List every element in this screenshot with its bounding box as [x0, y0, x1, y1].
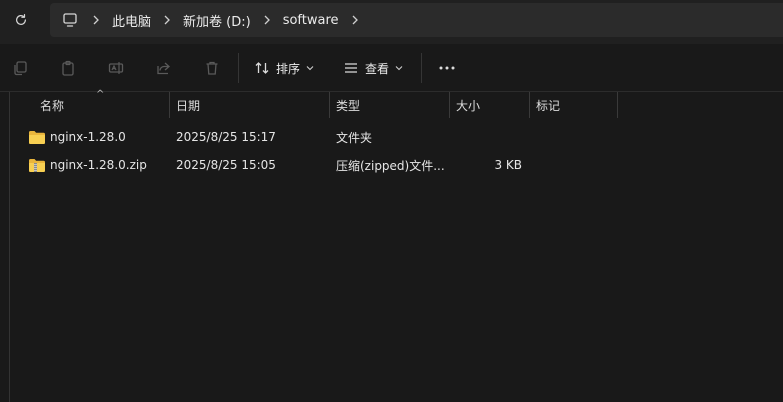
- share-button[interactable]: [152, 56, 176, 80]
- breadcrumb-this-pc[interactable]: 此电脑: [112, 11, 151, 30]
- more-icon: [439, 66, 455, 70]
- rename-icon: [108, 62, 124, 74]
- chevron-right-icon[interactable]: [345, 15, 365, 25]
- file-size: 3 KB: [494, 158, 522, 172]
- chevron-right-icon[interactable]: [257, 15, 277, 25]
- view-list-icon: [345, 63, 357, 73]
- file-name: nginx-1.28.0.zip: [50, 158, 147, 172]
- column-header-type[interactable]: 类型: [330, 92, 450, 118]
- chevron-down-icon: [306, 66, 314, 71]
- address-region: 此电脑 新加卷 (D:) software: [0, 0, 783, 44]
- file-date: 2025/8/25 15:05: [176, 158, 276, 172]
- chevron-right-icon[interactable]: [157, 15, 177, 25]
- column-header: ^ 名称 日期 类型 大小 标记: [10, 89, 783, 118]
- column-header-size[interactable]: 大小: [450, 92, 530, 118]
- view-menu-button[interactable]: 查看: [343, 56, 403, 80]
- column-resize-handle[interactable]: [617, 92, 618, 118]
- file-name: nginx-1.28.0: [50, 130, 126, 144]
- zip-folder-icon: [28, 157, 46, 173]
- chevron-right-icon[interactable]: [86, 15, 106, 25]
- sort-label: 排序: [276, 61, 301, 76]
- copy-button[interactable]: [8, 56, 32, 80]
- column-header-name[interactable]: ^ 名称: [10, 89, 170, 118]
- breadcrumb-drive[interactable]: 新加卷 (D:): [183, 11, 251, 30]
- share-icon: [157, 62, 170, 75]
- sort-ascending-icon: ^: [96, 89, 105, 100]
- file-name-cell[interactable]: nginx-1.28.0: [28, 123, 170, 151]
- view-label: 查看: [365, 61, 390, 76]
- delete-button[interactable]: [200, 56, 224, 80]
- trash-icon: [206, 61, 218, 75]
- refresh-icon: [16, 13, 26, 25]
- clipboard-icon: [62, 60, 74, 76]
- refresh-button[interactable]: [10, 9, 32, 31]
- copy-icon: [14, 61, 27, 76]
- file-name-cell[interactable]: nginx-1.28.0.zip: [28, 151, 170, 179]
- file-row[interactable]: nginx-1.28.0 2025/8/25 15:17 文件夹: [10, 123, 783, 151]
- sort-icon: [255, 62, 269, 74]
- column-header-date[interactable]: 日期: [170, 92, 330, 118]
- column-header-tags[interactable]: 标记: [530, 92, 618, 118]
- file-row[interactable]: nginx-1.28.0.zip 2025/8/25 15:05 压缩(zipp…: [10, 151, 783, 179]
- paste-button[interactable]: [56, 56, 80, 80]
- folder-icon: [28, 129, 46, 145]
- toolbar-divider: [421, 53, 422, 83]
- rename-button[interactable]: [104, 56, 128, 80]
- file-date: 2025/8/25 15:17: [176, 130, 276, 144]
- file-type: 压缩(zipped)文件...: [336, 158, 445, 173]
- this-pc-icon[interactable]: [62, 11, 80, 29]
- address-bar[interactable]: 此电脑 新加卷 (D:) software: [50, 3, 783, 37]
- sort-menu-button[interactable]: 排序: [254, 56, 314, 80]
- breadcrumb-software[interactable]: software: [283, 13, 339, 28]
- file-type: 文件夹: [336, 130, 373, 145]
- command-bar: 排序 查看: [0, 44, 783, 92]
- toolbar-divider: [238, 53, 239, 83]
- more-options-button[interactable]: [436, 56, 458, 80]
- chevron-down-icon: [395, 66, 403, 71]
